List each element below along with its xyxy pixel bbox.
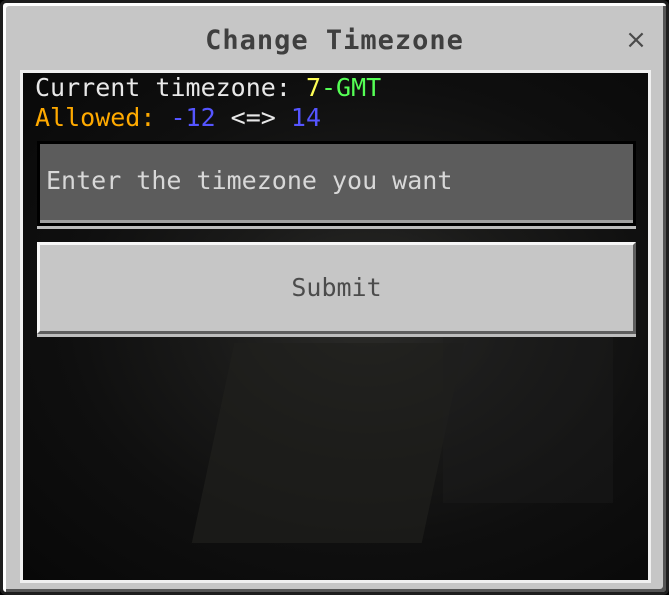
allowed-label: Allowed: xyxy=(35,103,171,132)
dialog-title: Change Timezone xyxy=(205,25,464,56)
submit-button-label: Submit xyxy=(291,273,382,302)
allowed-min-value: -12 xyxy=(170,103,216,132)
background-scene xyxy=(191,343,465,543)
timezone-input[interactable]: Enter the timezone you want xyxy=(37,141,636,226)
background-scene-shadow xyxy=(443,313,613,503)
dialog-content: Current timezone: 7-GMT Allowed: -12 <=>… xyxy=(20,70,651,583)
current-timezone-line: Current timezone: 7-GMT xyxy=(35,73,381,103)
submit-button[interactable]: Submit xyxy=(37,242,636,334)
current-timezone-label: Current timezone: xyxy=(35,73,306,102)
current-timezone-offset: 7 xyxy=(305,73,321,102)
allowed-range-line: Allowed: -12 <=> 14 xyxy=(35,103,321,133)
allowed-range-separator: <=> xyxy=(215,103,291,132)
allowed-max-value: 14 xyxy=(290,103,321,132)
timezone-input-placeholder: Enter the timezone you want xyxy=(46,166,453,195)
current-timezone-suffix: -GMT xyxy=(321,73,382,102)
close-icon[interactable]: × xyxy=(623,25,649,55)
timezone-dialog: Change Timezone × Current timezone: 7-GM… xyxy=(0,0,669,595)
